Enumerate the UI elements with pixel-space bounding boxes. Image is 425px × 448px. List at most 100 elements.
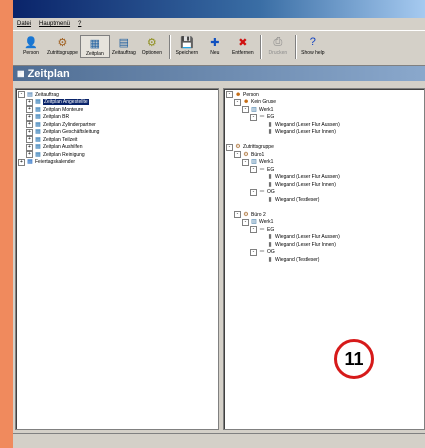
tree-node[interactable]: + ▦ Zeitplan BR xyxy=(18,113,218,122)
content-panes: - ▤ Zeitauftrag + ▦ Zeitplan Angestellte + ▦ Zei… xyxy=(13,86,425,431)
tree-node[interactable]: + ▦ Zeitplan Zylinderpartner xyxy=(18,121,218,129)
tree-node[interactable]: - ═ OG xyxy=(226,188,424,197)
tree-node-label: Zeitplan Aushilfen xyxy=(43,144,83,151)
collapse-icon[interactable]: - xyxy=(250,166,257,174)
zeitplan-button[interactable]: ▦ Zeitplan xyxy=(79,35,110,58)
tree-node[interactable]: - ▤ Zeitauftrag xyxy=(18,91,218,99)
zutrittsgruppe-button[interactable]: ⚙ Zutrittsgruppe xyxy=(45,35,80,57)
collapse-icon[interactable]: - xyxy=(242,158,249,166)
page-title: Zeitplan xyxy=(27,67,70,80)
collapse-icon[interactable]: - xyxy=(226,143,233,151)
tree-node[interactable]: + ▦ Zeitplan Teilzeit xyxy=(18,136,218,144)
floor-icon: ═ xyxy=(259,166,265,173)
reader-icon: ▮ xyxy=(268,234,272,241)
collapse-icon[interactable]: - xyxy=(242,218,249,226)
tree-node[interactable]: - ⚙ Zutrittsgruppe xyxy=(226,143,424,152)
drucken-button: ⎙ Drucken xyxy=(264,35,292,57)
expand-icon[interactable]: + xyxy=(26,121,33,129)
expand-icon[interactable]: + xyxy=(26,113,33,121)
page-header: ▦ Zeitplan xyxy=(13,66,425,81)
print-icon: ⎙ xyxy=(273,35,283,48)
toolbar-label: Person xyxy=(23,50,39,56)
tree-node[interactable]: ▮ Wiegand (Leser Flur Innen) xyxy=(226,129,424,137)
floor-icon: ═ xyxy=(259,189,265,196)
reader-icon: ▮ xyxy=(268,256,272,263)
tree-node[interactable]: - ═ EG xyxy=(226,166,424,174)
tree-node[interactable]: - ⚙ Büro1 xyxy=(226,151,424,159)
tree-node[interactable]: ▮ Wiegand (Leser Flur Innen) xyxy=(226,241,424,249)
tree-node-label: Wiegand (Leser Flur Aussen) xyxy=(275,174,340,181)
collapse-icon[interactable]: - xyxy=(226,91,233,99)
expand-icon[interactable]: + xyxy=(26,151,33,159)
schedule-tree-pane[interactable]: - ▤ Zeitauftrag + ▦ Zeitplan Angestellte + ▦ Zei… xyxy=(15,88,219,430)
tree-node[interactable]: + ▦ Feiertagskalender xyxy=(18,158,218,167)
expand-icon[interactable]: + xyxy=(26,143,33,151)
tree-node[interactable]: - ▥ Werk1 xyxy=(226,106,424,114)
collapse-icon[interactable]: - xyxy=(234,151,241,159)
tree-node-label: Zeitauftrag xyxy=(35,91,59,98)
tree-node-label: Büro 2 xyxy=(251,211,266,218)
expand-icon[interactable]: + xyxy=(18,158,25,166)
menu-hauptmenu[interactable]: Hauptmenü xyxy=(39,21,70,27)
collapse-icon[interactable]: - xyxy=(250,113,257,121)
reader-icon: ▮ xyxy=(268,121,272,128)
tree-node-label: OG xyxy=(267,189,275,196)
tree-node[interactable]: + ▦ Zeitplan Monteure xyxy=(18,106,218,114)
zeitauftrag-button[interactable]: ▤ Zeitauftrag xyxy=(110,35,138,57)
tree-node[interactable]: - ▥ Werk1 xyxy=(226,158,424,167)
tree-node[interactable]: - ☻ Kein Gruse xyxy=(226,98,424,107)
expand-icon[interactable]: + xyxy=(26,128,33,136)
tree-node[interactable]: - ☻ Person xyxy=(226,91,424,99)
group-icon: ⚙ xyxy=(243,211,249,218)
expand-icon[interactable]: + xyxy=(26,136,33,144)
tree-node[interactable]: - ═ OG xyxy=(226,248,424,257)
tree-node[interactable]: - ⚙ Büro 2 xyxy=(226,211,424,219)
assignment-tree: - ☻ Person - ☻ Kein Gruse - ▥ Werk1- ═ EG ▮ Wiegand … xyxy=(224,89,424,264)
toolbar-label: Zeitplan xyxy=(85,51,104,57)
tree-node[interactable]: ▮ Wiegand (Leser Flur Innen) xyxy=(226,181,424,189)
tree-node[interactable]: - ═ EG xyxy=(226,113,424,122)
tree-node[interactable]: - ═ EG xyxy=(226,226,424,234)
neu-button[interactable]: ✚ Neu xyxy=(201,35,229,57)
tree-node[interactable]: + ▦ Zeitplan Angestellte xyxy=(18,98,218,107)
tree-node-label: Zeitplan Reinigung xyxy=(43,151,85,158)
tree-node[interactable]: + ▦ Zeitplan Reinigung xyxy=(18,151,218,159)
menu-help[interactable]: ? xyxy=(78,21,81,27)
tree-node[interactable]: ▮ Wiegand (Testleser) xyxy=(226,256,424,264)
group-icon: ⚙ xyxy=(235,144,241,151)
tree-node[interactable]: ▮ Wiegand (Testleser) xyxy=(226,196,424,204)
tree-node[interactable]: + ▦ Zeitplan Geschäftsleitung xyxy=(18,128,218,137)
tree-node[interactable]: ▮ Wiegand (Leser Flur Aussen) xyxy=(226,174,424,182)
person-button[interactable]: 👤 Person xyxy=(17,35,45,57)
collapse-icon[interactable]: - xyxy=(250,248,257,256)
group-icon: ⚙ xyxy=(243,151,249,158)
floor-icon: ═ xyxy=(259,226,265,233)
show-help-button[interactable]: ? Show help xyxy=(299,35,327,56)
entfernen-button[interactable]: ✖ Entfernen xyxy=(229,35,257,57)
person-icon: ☻ xyxy=(235,91,242,98)
floor-icon: ═ xyxy=(259,114,265,121)
collapse-icon[interactable]: - xyxy=(250,226,257,234)
collapse-icon[interactable]: - xyxy=(250,188,257,196)
tree-node[interactable]: ▮ Wiegand (Leser Flur Aussen) xyxy=(226,234,424,242)
tree-node[interactable]: + ▦ Zeitplan Aushilfen xyxy=(18,143,218,152)
collapse-icon[interactable]: - xyxy=(242,106,249,114)
collapse-icon[interactable]: - xyxy=(234,98,241,106)
calendar-icon: ▦ xyxy=(35,114,41,121)
tree-node[interactable]: - ▥ Werk1 xyxy=(226,218,424,227)
remove-icon: ✖ xyxy=(238,36,248,49)
collapse-icon[interactable]: - xyxy=(234,211,241,219)
menu-datei[interactable]: Datei xyxy=(17,21,31,27)
calendar-icon: ▦ xyxy=(17,69,25,78)
optionen-button[interactable]: ⚙ Optionen xyxy=(138,35,166,57)
tree-node-label: Werk1 xyxy=(259,159,274,166)
person-icon: 👤 xyxy=(24,36,38,49)
assignment-tree-pane[interactable]: - ☻ Person - ☻ Kein Gruse - ▥ Werk1- ═ EG ▮ Wiegand … xyxy=(223,88,425,430)
collapse-icon[interactable]: - xyxy=(18,91,25,99)
tree-node-label: Werk1 xyxy=(259,106,274,113)
speichern-button[interactable]: 💾 Speichern xyxy=(173,35,201,57)
expand-icon[interactable]: + xyxy=(26,98,33,106)
tree-node[interactable]: ▮ Wiegand (Leser Flur Aussen) xyxy=(226,121,424,129)
expand-icon[interactable]: + xyxy=(26,106,33,114)
